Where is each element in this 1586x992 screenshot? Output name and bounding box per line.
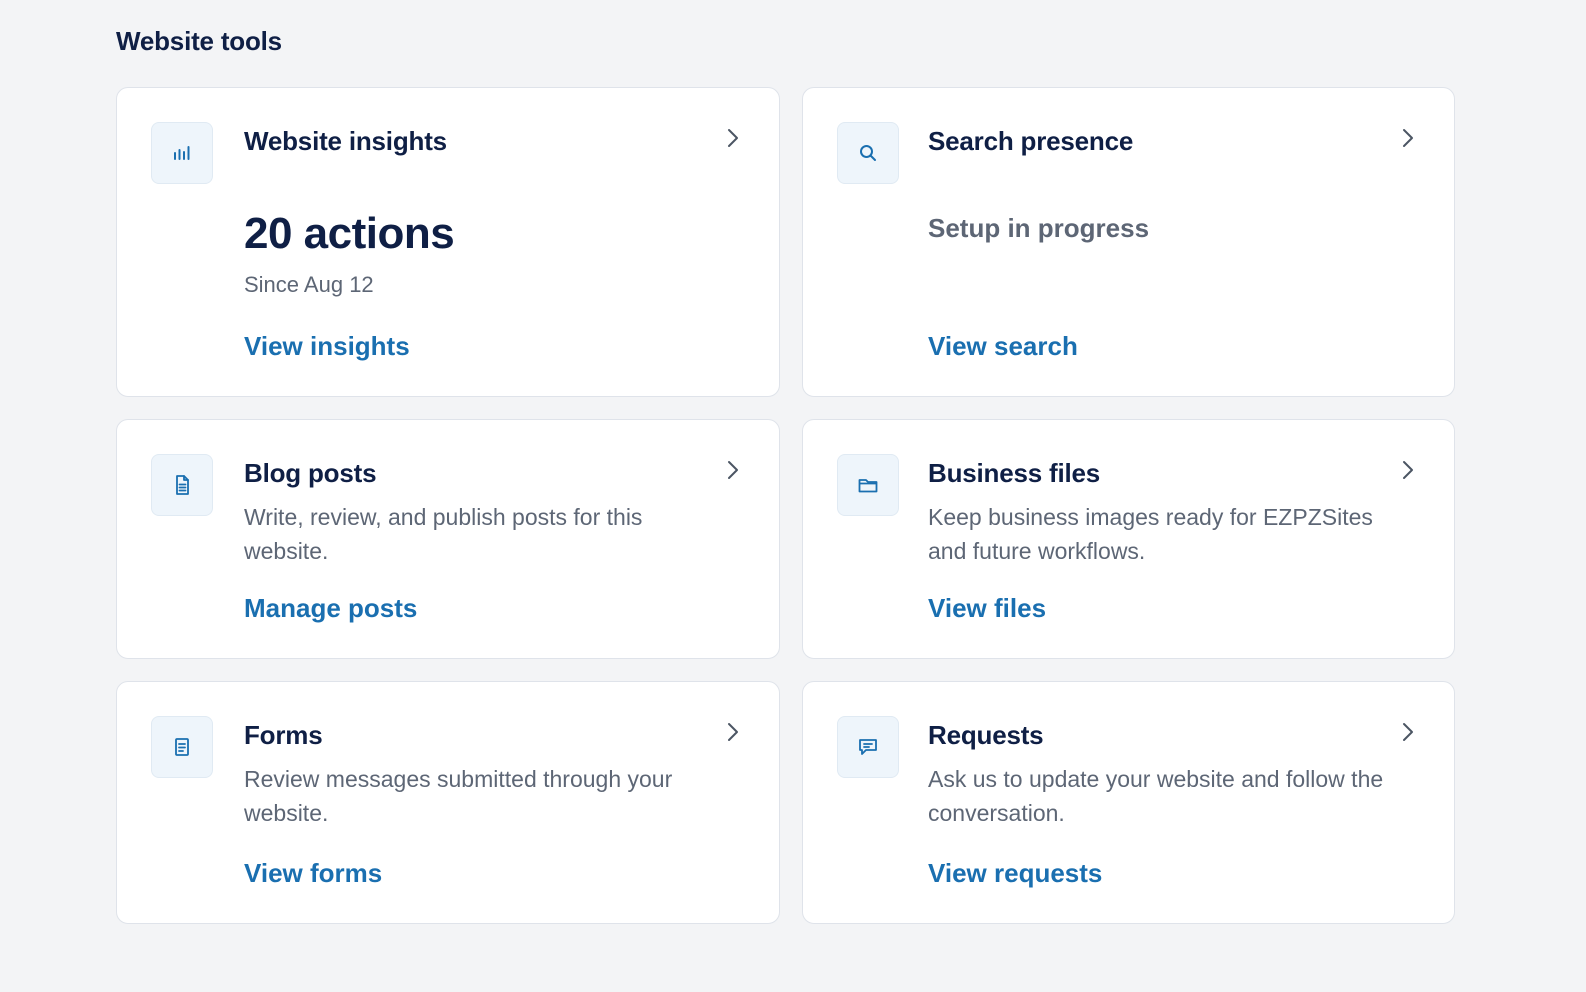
card-forms[interactable]: Forms Review messages submitted through … (116, 681, 780, 924)
card-title: Blog posts (244, 458, 377, 488)
card-business-files[interactable]: Business files Keep business images read… (802, 419, 1455, 659)
setup-status: Setup in progress (928, 213, 1150, 243)
card-title: Search presence (928, 126, 1134, 156)
section-title: Website tools (116, 26, 282, 56)
view-requests-link[interactable]: View requests (928, 858, 1102, 889)
view-forms-link[interactable]: View forms (244, 858, 382, 889)
metric-since-date: Since Aug 12 (244, 272, 374, 297)
card-title: Requests (928, 720, 1044, 750)
chevron-right-icon[interactable] (723, 458, 743, 482)
view-search-link[interactable]: View search (928, 331, 1078, 362)
view-files-link[interactable]: View files (928, 593, 1046, 624)
card-description: Ask us to update your website and follow… (928, 766, 1384, 826)
card-title: Business files (928, 458, 1101, 488)
bar-chart-icon (151, 122, 213, 184)
card-description: Keep business images ready for EZPZSites… (928, 504, 1373, 564)
document-icon (151, 454, 213, 516)
card-website-insights[interactable]: Website insights 20 actions Since Aug 12… (116, 87, 780, 397)
chevron-right-icon[interactable] (723, 720, 743, 744)
card-description: Write, review, and publish posts for thi… (244, 504, 643, 564)
chevron-right-icon[interactable] (1398, 458, 1418, 482)
card-title: Forms (244, 720, 323, 750)
search-icon (837, 122, 899, 184)
chat-icon (837, 716, 899, 778)
folder-icon (837, 454, 899, 516)
card-description: Review messages submitted through your w… (244, 766, 673, 826)
view-insights-link[interactable]: View insights (244, 331, 410, 362)
chevron-right-icon[interactable] (1398, 126, 1418, 150)
chevron-right-icon[interactable] (1398, 720, 1418, 744)
card-requests[interactable]: Requests Ask us to update your website a… (802, 681, 1455, 924)
card-search-presence[interactable]: Search presence Setup in progress View s… (802, 87, 1455, 397)
actions-count: 20 actions (244, 209, 455, 258)
card-blog-posts[interactable]: Blog posts Write, review, and publish po… (116, 419, 780, 659)
manage-posts-link[interactable]: Manage posts (244, 593, 417, 624)
card-title: Website insights (244, 126, 447, 156)
chevron-right-icon[interactable] (723, 126, 743, 150)
form-icon (151, 716, 213, 778)
